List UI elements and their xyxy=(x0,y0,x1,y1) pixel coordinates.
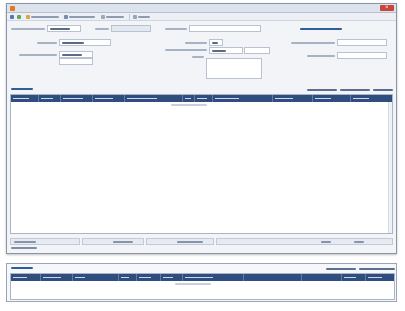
details-actions xyxy=(307,87,393,93)
details-scrollbar[interactable] xyxy=(388,102,392,233)
details-title xyxy=(11,88,33,90)
toolbar-item-2-label xyxy=(69,16,95,18)
lower-panel-title xyxy=(11,267,33,269)
details-col-11[interactable] xyxy=(351,95,392,102)
status-note xyxy=(11,247,37,249)
header-link[interactable] xyxy=(300,28,342,30)
details-col-9[interactable] xyxy=(273,95,313,102)
toolbar-item-save[interactable] xyxy=(10,14,14,20)
field-label-10 xyxy=(307,53,335,58)
currency-field[interactable] xyxy=(209,39,223,46)
toolbar-item-2[interactable] xyxy=(64,14,95,20)
toolbar-item-4[interactable] xyxy=(133,14,150,20)
toolbar-item-3[interactable] xyxy=(101,14,124,20)
exchange-rate-extra-field[interactable] xyxy=(244,47,270,54)
invoice-date-field[interactable] xyxy=(59,51,93,58)
lower-col-9[interactable] xyxy=(302,274,343,281)
toolbar-separator xyxy=(129,14,130,20)
details-col-7[interactable] xyxy=(195,95,213,102)
menu-icon xyxy=(133,15,137,19)
invoice-window: × xyxy=(6,3,397,254)
totals-field-1 xyxy=(10,238,80,245)
field-label-6 xyxy=(291,40,335,45)
toolbar-item-3-label xyxy=(106,16,124,18)
toolbar-item-4-label xyxy=(138,16,150,18)
toolbar-item-1-label xyxy=(31,16,59,18)
details-action-2[interactable] xyxy=(340,89,370,91)
lower-panel-action-2[interactable] xyxy=(359,268,395,270)
lower-col-7[interactable] xyxy=(183,274,245,281)
details-grid-hint xyxy=(171,104,207,106)
exchange-rate-field[interactable] xyxy=(209,47,243,54)
lower-grid-hint xyxy=(175,283,211,285)
toolbar xyxy=(7,13,396,21)
field-label-2 xyxy=(95,26,109,31)
details-action-1[interactable] xyxy=(307,89,337,91)
field-label-3 xyxy=(165,26,187,31)
lower-col-1[interactable] xyxy=(11,274,41,281)
field-label-1 xyxy=(11,26,45,31)
vendor-field[interactable] xyxy=(59,39,111,46)
lower-col-6[interactable] xyxy=(161,274,183,281)
details-col-6[interactable] xyxy=(183,95,195,102)
lower-col-5[interactable] xyxy=(137,274,161,281)
due-date-field[interactable] xyxy=(59,58,93,65)
toolbar-item-1[interactable] xyxy=(26,14,59,20)
details-col-1[interactable] xyxy=(11,95,39,102)
field-label-8 xyxy=(19,52,57,57)
details-col-2[interactable] xyxy=(39,95,61,102)
details-col-5[interactable] xyxy=(125,95,183,102)
title-bar[interactable]: × xyxy=(7,4,396,13)
totals-field-2 xyxy=(82,238,144,245)
lower-col-8[interactable] xyxy=(244,274,303,281)
counterparty-field[interactable] xyxy=(189,25,261,32)
lower-col-3[interactable] xyxy=(73,274,119,281)
lower-col-10[interactable] xyxy=(342,274,367,281)
details-grid-header xyxy=(11,95,392,102)
details-col-4[interactable] xyxy=(93,95,125,102)
field-label-9 xyxy=(192,54,204,59)
link-icon xyxy=(101,15,105,19)
notes-box[interactable] xyxy=(206,58,262,79)
app-icon xyxy=(10,6,15,11)
details-grid[interactable] xyxy=(10,94,393,234)
field-label-4 xyxy=(37,40,57,45)
details-action-3[interactable] xyxy=(373,89,393,91)
lower-grid-header xyxy=(11,274,394,281)
lower-panel-action-1[interactable] xyxy=(326,268,356,270)
field-label-7 xyxy=(165,47,207,52)
window-title xyxy=(18,6,78,11)
lower-panel-header xyxy=(10,266,395,272)
lower-col-2[interactable] xyxy=(41,274,73,281)
document-icon xyxy=(26,15,30,19)
totals-field-3 xyxy=(146,238,214,245)
save-icon xyxy=(10,15,14,19)
date-range-field[interactable] xyxy=(337,39,387,46)
lower-grid[interactable] xyxy=(10,273,395,300)
totals-row xyxy=(10,238,393,245)
lower-panel xyxy=(6,263,397,302)
details-header xyxy=(10,87,393,93)
refresh-icon xyxy=(17,15,21,19)
close-button[interactable]: × xyxy=(380,5,394,11)
details-col-10[interactable] xyxy=(313,95,351,102)
field-label-5 xyxy=(185,40,207,45)
status-field xyxy=(111,25,151,32)
approval-field[interactable] xyxy=(337,52,387,59)
details-col-3[interactable] xyxy=(61,95,93,102)
lower-col-4[interactable] xyxy=(119,274,137,281)
attachment-icon xyxy=(64,15,68,19)
lower-col-11[interactable] xyxy=(366,274,394,281)
toolbar-item-refresh[interactable] xyxy=(17,14,21,20)
lower-panel-actions xyxy=(326,266,395,272)
close-icon: × xyxy=(385,5,389,11)
accounting-date-field[interactable] xyxy=(47,25,81,32)
details-col-8[interactable] xyxy=(213,95,273,102)
totals-field-4 xyxy=(216,238,393,245)
